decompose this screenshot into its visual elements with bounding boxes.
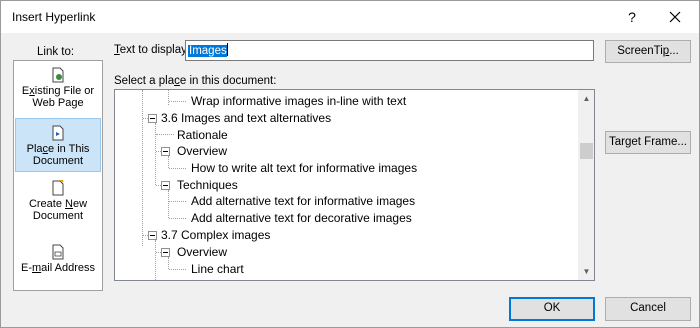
title-bar: Insert Hyperlink ? [1,1,699,33]
tree-item[interactable]: Line chart [191,262,244,276]
collapse-toggle[interactable] [148,231,157,240]
link-to-label: Link to: [37,46,75,58]
file-globe-icon [52,67,64,83]
target-frame-button[interactable]: Target Frame... [605,131,691,154]
tree-item[interactable]: How to write alt text for informative im… [191,161,417,175]
document-place-tree[interactable]: Wrap informative images in-line with tex… [114,89,595,281]
link-item-label: Create New Document [28,198,88,222]
text-to-display-value: Images [188,45,227,57]
close-icon [669,11,681,23]
link-email-address[interactable]: E-mail Address [15,244,101,274]
link-to-bar: Existing File or Web Page Place in This Do… [13,60,103,291]
link-place-in-document[interactable]: Place in This Document [15,118,101,172]
text-to-display-label: Text to display: [114,44,191,56]
new-document-icon [52,180,64,196]
link-item-label: Existing File or Web Page [21,85,95,109]
tree-scrollbar[interactable]: ▲ ▼ [578,90,594,280]
text-to-display-input[interactable]: Images [185,40,594,61]
tree-item[interactable]: Overview [177,144,227,158]
email-icon [52,244,64,260]
collapse-toggle[interactable] [161,248,170,257]
help-button[interactable]: ? [621,6,643,28]
tree-item[interactable]: Wrap informative images in-line with tex… [191,94,406,108]
link-item-label: E-mail Address [21,262,95,274]
tree-item[interactable]: Rationale [177,128,228,142]
select-place-label: Select a place in this document: [114,75,277,87]
link-create-new-document[interactable]: Create New Document [15,180,101,226]
insert-hyperlink-dialog: Insert Hyperlink ? Link to: Existing Fil… [0,0,700,328]
document-place-icon [52,125,64,141]
tree-item[interactable]: 3.6 Images and text alternatives [161,111,331,125]
scroll-up-arrow-icon[interactable]: ▲ [578,90,594,107]
close-button[interactable] [660,4,690,30]
tree-item[interactable]: Add alternative text for informative ima… [191,194,415,208]
link-existing-file[interactable]: Existing File or Web Page [15,67,101,115]
tree-item[interactable]: 3.7 Complex images [161,228,270,242]
cancel-button[interactable]: Cancel [605,297,691,321]
scroll-thumb[interactable] [580,143,593,159]
collapse-toggle[interactable] [148,114,157,123]
ok-button[interactable]: OK [509,297,595,321]
tree-item[interactable]: Techniques [177,178,238,192]
screentip-button[interactable]: ScreenTip... [605,40,691,63]
link-item-label: Place in This Document [26,143,90,167]
dialog-title: Insert Hyperlink [12,10,96,24]
scroll-down-arrow-icon[interactable]: ▼ [578,263,594,280]
collapse-toggle[interactable] [161,181,170,190]
collapse-toggle[interactable] [161,147,170,156]
tree-item[interactable]: Overview [177,245,227,259]
tree-item[interactable]: Add alternative text for decorative imag… [191,211,412,225]
